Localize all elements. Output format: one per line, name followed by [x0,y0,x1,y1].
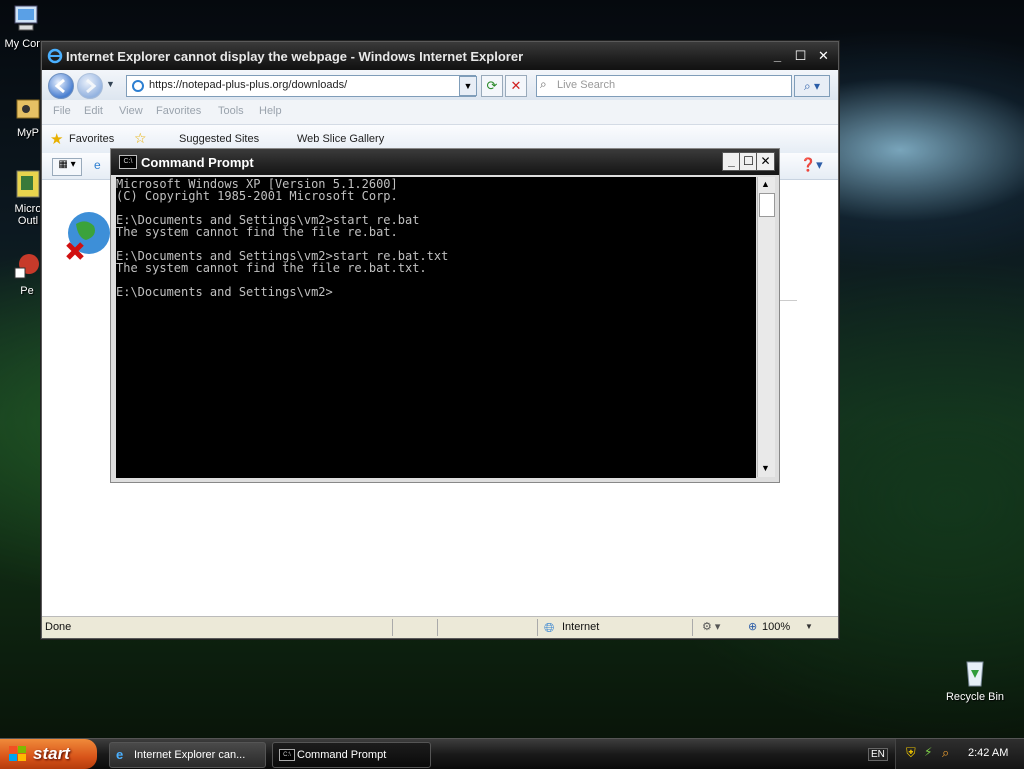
console-line: The system cannot find the file re.bat. [116,225,398,239]
menu-help[interactable]: Help [259,105,282,117]
windows-logo-icon [9,746,27,767]
search-tray-icon[interactable]: ⌕ [942,745,949,761]
scroll-down-icon[interactable]: ▼ [761,463,770,473]
help-icon[interactable]: ❓▾ [800,157,823,173]
quick-tabs-icon[interactable]: ▦ ▾ [52,158,82,176]
status-bar: Done 🌐︎ Internet ⚙ ▾ ⊕ 100% ▼ [42,616,838,638]
network-icon[interactable]: ⚡ [924,745,932,759]
close-button[interactable]: ✕ [814,47,833,64]
menu-bar: File Edit View Favorites Tools Help [42,100,838,125]
ie-titlebar[interactable]: Internet Explorer cannot display the web… [42,42,838,70]
tab-ie-icon[interactable]: e [94,158,101,172]
status-divider [537,619,538,636]
start-button[interactable]: start [0,739,97,769]
scroll-up-icon[interactable]: ▲ [761,179,770,189]
console-line: (C) Copyright 1985-2001 Microsoft Corp. [116,189,398,203]
taskbar: start e Internet Explorer can... C:\ Com… [0,738,1024,769]
start-label: start [33,744,70,763]
address-dropdown-icon[interactable]: ▼ [459,76,477,96]
cmd-window[interactable]: C:\ Command Prompt _ ☐ ✕ Microsoft Windo… [110,148,780,483]
desktop-icon-label: Pe [20,285,34,297]
taskbar-cmd-label: Command Prompt [297,749,387,761]
folder-icon [12,92,44,124]
scroll-thumb[interactable] [759,193,775,217]
system-tray: ⛨ ⚡ ⌕ 2:42 AM [895,739,1024,769]
security-shield-icon[interactable]: ⛨ [906,745,916,761]
cmd-icon: C:\ [119,155,137,169]
desktop-icon-recycle-bin[interactable]: Recycle Bin [942,656,1008,703]
zoom-icon: ⊕ [748,621,758,633]
stop-icon[interactable]: ✕ [505,75,527,97]
outlook-icon [12,168,44,200]
computer-icon [9,3,41,35]
search-icon: ⌕ [540,77,547,91]
back-arrow-icon[interactable] [48,73,74,99]
console-line: E:\Documents and Settings\vm2> [116,285,333,299]
cmd-title: Command Prompt [141,155,254,170]
maximize-button[interactable]: ☐ [791,47,810,64]
console-output[interactable]: Microsoft Windows XP [Version 5.1.2600] … [116,177,756,478]
zoom-dropdown-icon[interactable]: ▼ [805,622,813,631]
ie-logo-icon [47,48,63,67]
taskbar-cmd[interactable]: C:\ Command Prompt [272,742,431,768]
menu-edit[interactable]: Edit [84,105,103,117]
recycle-bin-icon [959,656,991,688]
favorites-button[interactable]: Favorites [69,133,114,145]
desktop-icon-pe[interactable]: Pe [10,250,44,297]
refresh-icon[interactable]: ⟳ [481,75,503,97]
zoom-level[interactable]: 100% [762,621,790,633]
web-slice-gallery-link[interactable]: Web Slice Gallery [297,133,384,145]
console-scrollbar[interactable]: ▲ ▼ [757,177,775,477]
suggested-sites-link[interactable]: Suggested Sites [179,133,259,145]
console-line: The system cannot find the file re.bat.t… [116,261,427,275]
status-divider [437,619,438,636]
protected-mode-icon[interactable]: ⚙ ▾ [702,620,720,633]
language-indicator[interactable]: EN [868,748,888,761]
cmd-titlebar[interactable]: C:\ Command Prompt _ ☐ ✕ [111,149,779,175]
menu-favorites[interactable]: Favorites [156,105,201,117]
status-divider [392,619,393,636]
address-text: https://notepad-plus-plus.org/downloads/ [149,79,348,91]
status-text: Done [45,621,72,633]
content-divider [777,300,797,301]
page-icon [131,79,145,96]
history-dropdown-icon[interactable]: ▼ [106,79,115,89]
clock[interactable]: 2:42 AM [968,747,1008,759]
search-placeholder: Live Search [557,79,616,91]
add-favorite-icon[interactable]: ☆ [134,130,147,147]
cmd-task-icon: C:\ [279,749,295,761]
taskbar-ie-label: Internet Explorer can... [134,749,246,761]
favorites-star-icon: ★ [50,131,64,148]
ie-task-icon: e [116,747,124,762]
cmd-close-button[interactable]: ✕ [756,152,775,171]
globe-error-icon [64,210,114,263]
zone-text: Internet [562,621,600,633]
taskbar-ie[interactable]: e Internet Explorer can... [109,742,266,768]
status-divider [692,619,693,636]
menu-tools[interactable]: Tools [218,105,244,117]
ie-title: Internet Explorer cannot display the web… [66,49,524,64]
menu-file[interactable]: File [53,105,71,117]
menu-view[interactable]: View [119,105,143,117]
recycle-bin-label: Recycle Bin [945,691,1005,703]
internet-zone-icon: 🌐︎ [544,620,555,635]
forward-arrow-icon[interactable] [77,73,103,99]
address-toolbar: ▼ https://notepad-plus-plus.org/download… [42,70,838,100]
app-icon [11,250,43,282]
search-input[interactable]: ⌕ Live Search [536,75,792,97]
address-bar[interactable]: https://notepad-plus-plus.org/downloads/ [126,75,476,97]
search-go-icon[interactable]: ⌕ ▾ [794,75,830,97]
minimize-button[interactable]: _ [768,47,787,64]
